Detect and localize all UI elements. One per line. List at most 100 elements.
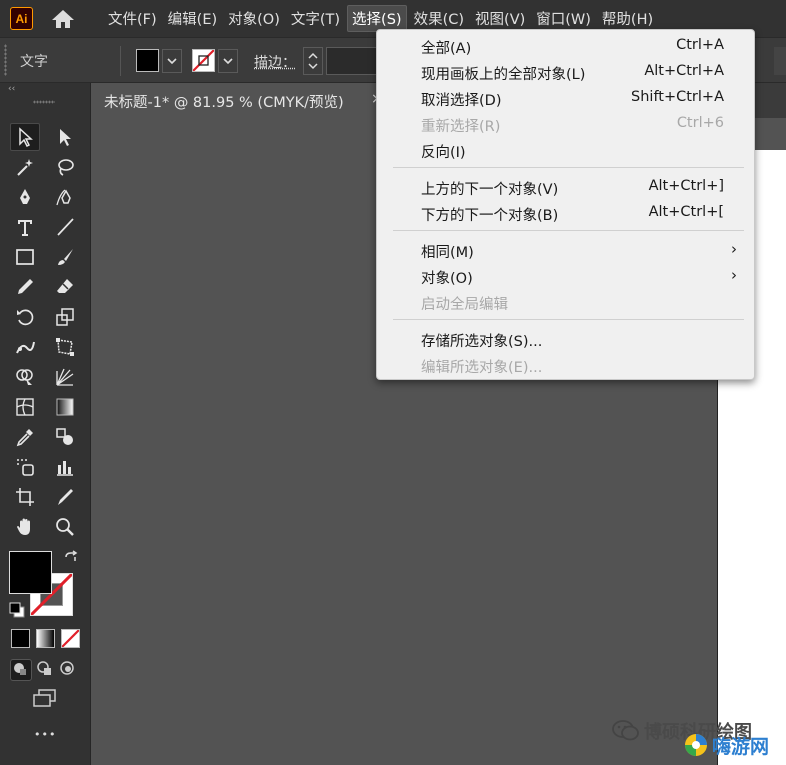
menu-item-next-object-above[interactable]: 上方的下一个对象(V) Alt+Ctrl+] <box>377 174 754 200</box>
menu-item-label: 全部(A) <box>421 41 472 57</box>
toolbar-grip[interactable] <box>33 100 55 104</box>
color-mode-button[interactable] <box>11 629 30 648</box>
home-icon[interactable] <box>49 7 77 31</box>
zoom-tool-icon[interactable] <box>50 513 80 541</box>
puppet-warp-tool-icon[interactable] <box>10 333 40 361</box>
draw-behind-icon[interactable] <box>35 659 55 679</box>
menu-separator <box>393 319 744 320</box>
stroke-color-swatch[interactable] <box>192 49 215 72</box>
mesh-tool-icon[interactable] <box>10 393 40 421</box>
menu-edit[interactable]: 编辑(E) <box>164 6 221 31</box>
default-colors-icon[interactable] <box>8 601 26 619</box>
menu-item-next-object-below[interactable]: 下方的下一个对象(B) Alt+Ctrl+[ <box>377 200 754 226</box>
control-bar-more[interactable] <box>774 47 786 75</box>
selection-tool-icon[interactable] <box>10 123 40 151</box>
line-segment-tool-icon[interactable] <box>50 213 80 241</box>
eyedropper-tool-icon[interactable] <box>10 423 40 451</box>
chevron-right-icon: › <box>731 240 737 258</box>
eraser-tool-icon[interactable] <box>50 273 80 301</box>
menu-item-shortcut: Alt+Ctrl+] <box>648 178 724 194</box>
symbol-sprayer-tool-icon[interactable] <box>10 453 40 481</box>
none-mode-button[interactable] <box>61 629 80 648</box>
type-tool-icon[interactable] <box>10 213 40 241</box>
pen-tool-icon[interactable] <box>10 183 40 211</box>
pencil-tool-icon[interactable] <box>10 273 40 301</box>
artboard-tool-icon[interactable] <box>10 483 40 511</box>
menu-item-inverse[interactable]: 反向(I) <box>377 137 754 163</box>
paintbrush-tool-icon[interactable] <box>50 243 80 271</box>
menu-item-all-on-artboard[interactable]: 现用画板上的全部对象(L) Alt+Ctrl+A <box>377 59 754 85</box>
slice-tool-icon[interactable] <box>50 483 80 511</box>
lasso-tool-icon[interactable] <box>50 153 80 181</box>
curvature-tool-icon[interactable] <box>50 183 80 211</box>
menu-effect[interactable]: 效果(C) <box>410 6 468 31</box>
menu-item-object[interactable]: 对象(O) › <box>377 263 754 289</box>
document-tab[interactable]: 未标题-1* @ 81.95 % (CMYK/预览) × <box>91 83 383 118</box>
shape-builder-tool-icon[interactable] <box>10 363 40 391</box>
menu-help[interactable]: 帮助(H) <box>598 6 657 31</box>
menu-item-deselect[interactable]: 取消选择(D) Shift+Ctrl+A <box>377 85 754 111</box>
context-label: 文字 <box>20 54 48 70</box>
control-bar-grip[interactable] <box>4 44 7 76</box>
direct-selection-tool-icon[interactable] <box>50 123 80 151</box>
draw-normal-icon[interactable] <box>10 659 32 681</box>
menu-item-label: 上方的下一个对象(V) <box>421 182 559 198</box>
menu-item-same[interactable]: 相同(M) › <box>377 237 754 263</box>
menu-item-label: 下方的下一个对象(B) <box>421 208 559 224</box>
free-transform-tool-icon[interactable] <box>50 333 80 361</box>
menu-select[interactable]: 选择(S) <box>347 5 407 32</box>
gradient-tool-icon[interactable] <box>50 393 80 421</box>
menu-window[interactable]: 窗口(W) <box>532 6 595 31</box>
hand-tool-icon[interactable] <box>10 513 40 541</box>
menu-separator <box>393 230 744 231</box>
menu-type[interactable]: 文字(T) <box>287 6 344 31</box>
perspective-grid-tool-icon[interactable] <box>50 363 80 391</box>
menu-item-label: 存储所选对象(S)... <box>421 334 543 350</box>
menu-item-label: 重新选择(R) <box>421 119 501 135</box>
menu-item-reselect: 重新选择(R) Ctrl+6 <box>377 111 754 137</box>
rotate-tool-icon[interactable] <box>10 303 40 331</box>
screen-mode-icon[interactable] <box>30 688 60 710</box>
swap-colors-icon[interactable] <box>62 549 80 567</box>
menu-item-select-all[interactable]: 全部(A) Ctrl+A <box>377 33 754 59</box>
fill-color-box[interactable] <box>9 551 52 594</box>
menu-item-shortcut: Alt+Ctrl+[ <box>648 204 724 220</box>
stroke-label[interactable]: 描边： <box>254 52 296 72</box>
scale-tool-icon[interactable] <box>50 303 80 331</box>
tools-panel: ‹‹ ••• <box>0 83 91 765</box>
menu-item-label: 对象(O) <box>421 271 473 287</box>
menu-item-shortcut: Ctrl+A <box>676 37 724 53</box>
column-graph-tool-icon[interactable] <box>50 453 80 481</box>
draw-inside-icon[interactable] <box>58 659 78 679</box>
app-logo[interactable]: Ai <box>10 7 33 30</box>
divider <box>120 46 121 76</box>
brand-watermark: 嗨游网 <box>712 736 770 758</box>
rectangle-tool-icon[interactable] <box>10 243 40 271</box>
select-menu-dropdown: 全部(A) Ctrl+A 现用画板上的全部对象(L) Alt+Ctrl+A 取消… <box>376 29 755 380</box>
menu-view[interactable]: 视图(V) <box>471 6 529 31</box>
menu-item-shortcut: Shift+Ctrl+A <box>631 89 724 105</box>
menu-item-label: 编辑所选对象(E)... <box>421 360 543 376</box>
fill-dropdown[interactable] <box>162 49 182 73</box>
chevron-down-icon <box>223 58 233 65</box>
more-tools-icon[interactable]: ••• <box>34 728 56 741</box>
menu-item-label: 取消选择(D) <box>421 93 502 109</box>
collapse-icon[interactable]: ‹‹ <box>8 84 15 94</box>
menu-item-label: 启动全局编辑 <box>421 297 508 313</box>
brand-logo-icon <box>682 731 710 759</box>
menu-item-label: 反向(I) <box>421 145 466 161</box>
spinner-arrows-icon <box>308 52 318 70</box>
stroke-weight-spinner[interactable] <box>303 47 323 75</box>
none-color-icon <box>192 49 215 72</box>
blend-tool-icon[interactable] <box>50 423 80 451</box>
fill-color-swatch[interactable] <box>136 49 159 72</box>
menu-object[interactable]: 对象(O) <box>224 6 284 31</box>
stroke-dropdown[interactable] <box>218 49 238 73</box>
gradient-mode-button[interactable] <box>36 629 55 648</box>
menu-item-save-selection[interactable]: 存储所选对象(S)... <box>377 326 754 352</box>
chevron-down-icon <box>167 58 177 65</box>
document-tab-title: 未标题-1* @ 81.95 % (CMYK/预览) <box>104 95 344 111</box>
menu-item-label: 相同(M) <box>421 245 474 261</box>
magic-wand-tool-icon[interactable] <box>10 153 40 181</box>
menu-file[interactable]: 文件(F) <box>104 6 161 31</box>
